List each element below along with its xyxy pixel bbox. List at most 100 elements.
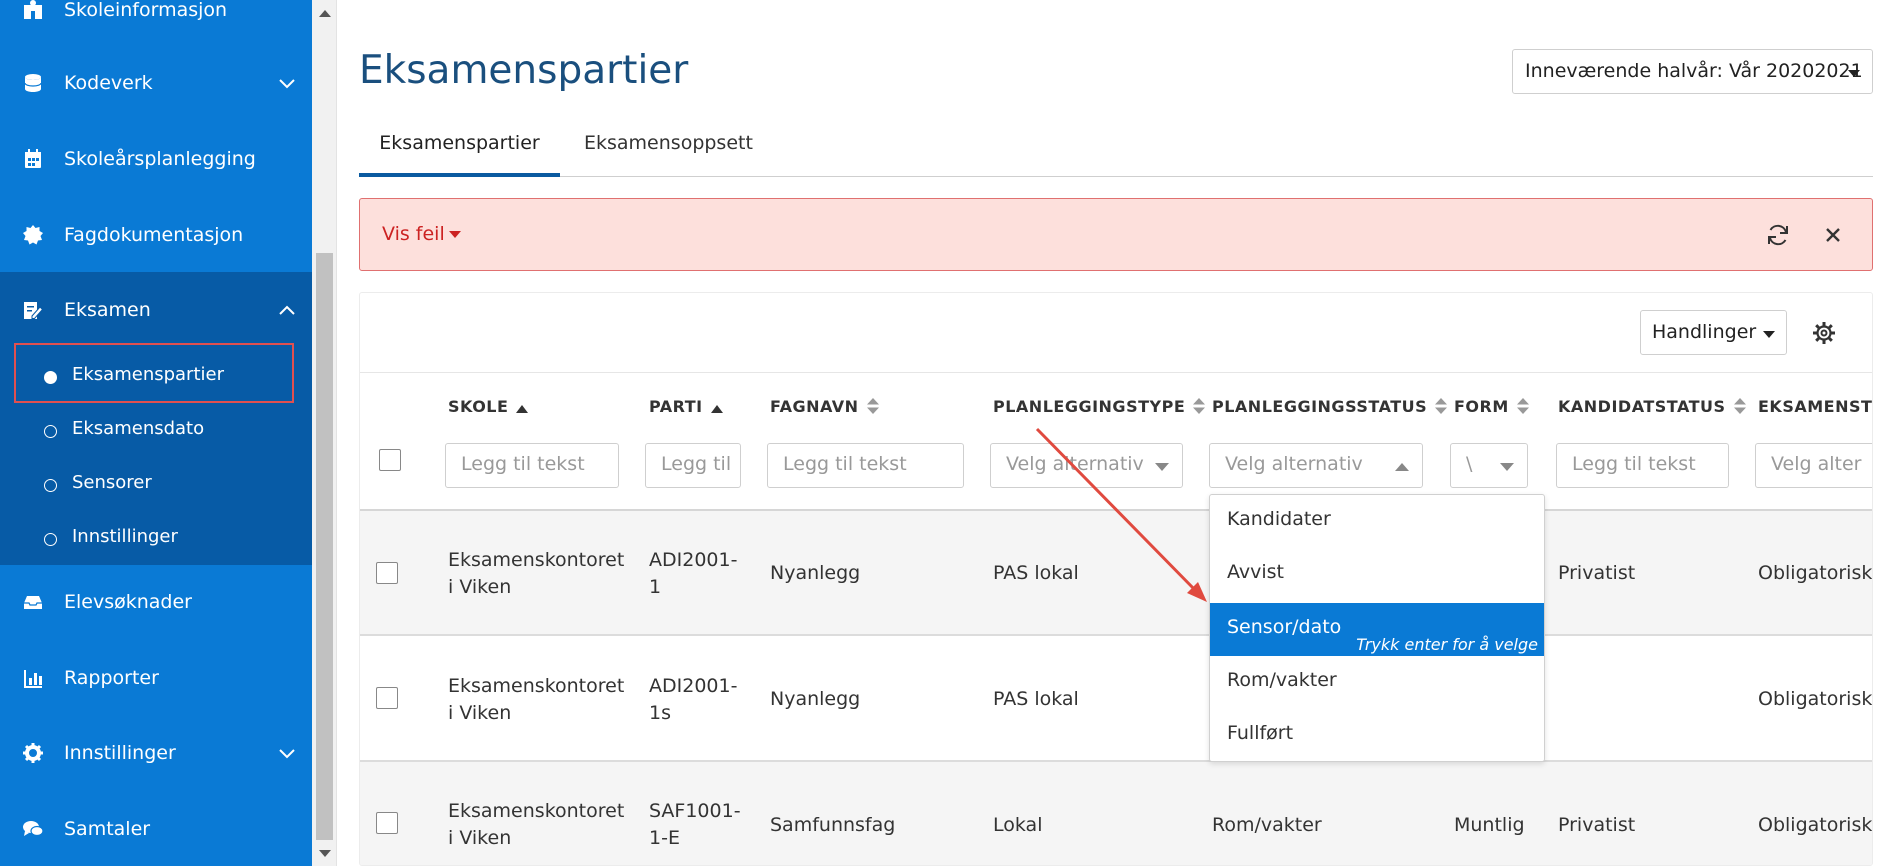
column-header-skole[interactable]: SKOLE — [448, 397, 529, 417]
cell-eksamenstype: Obligatorisk — [1758, 688, 1873, 710]
gear-icon[interactable] — [1811, 320, 1837, 346]
sort-both-icon — [866, 397, 879, 418]
sidebar-item-samtaler[interactable]: Samtaler — [0, 791, 312, 866]
sidebar-item-label: Elevsøknader — [64, 591, 192, 613]
sort-both-icon — [1193, 397, 1206, 418]
inbox-icon — [22, 591, 44, 613]
filter-placeholder: Velg alternativ — [1006, 453, 1144, 475]
column-header-label: PLANLEGGINGSSTATUS — [1212, 397, 1428, 416]
sort-both-icon — [1516, 397, 1529, 418]
filter-form[interactable]: \ — [1450, 443, 1528, 488]
column-header-kandidatstatus[interactable]: KANDIDATSTATUS — [1558, 397, 1746, 418]
sidebar-item-skoleinformasjon[interactable]: Skoleinformasjon — [0, 0, 312, 48]
refresh-icon[interactable] — [1765, 222, 1791, 248]
dropdown-option[interactable]: Fullført — [1210, 709, 1544, 762]
column-header-planleggingstype[interactable]: PLANLEGGINGSTYPE — [993, 397, 1206, 418]
cell-line: Eksamenskontoret — [448, 800, 625, 822]
scroll-down-icon[interactable] — [319, 850, 331, 857]
filter-placeholder: \ — [1466, 453, 1473, 475]
tab-eksamensoppsett[interactable]: Eksamensoppsett — [584, 125, 754, 177]
cell-skole: Eksamenskontoret i Viken — [448, 547, 624, 601]
sidebar-item-label: Fagdokumentasjon — [64, 224, 244, 246]
column-header-eksamenstype[interactable]: EKSAMENSTYP — [1758, 397, 1872, 416]
select-all-checkbox[interactable] — [379, 449, 401, 471]
dropdown-option[interactable]: Kandidater — [1210, 495, 1544, 548]
caret-down-icon — [1763, 331, 1775, 338]
sidebar-item-skolearsplanlegging[interactable]: Skoleårsplanlegging — [0, 121, 312, 197]
filter-skole[interactable]: Legg til tekst — [445, 443, 619, 488]
cell-fagnavn: Nyanlegg — [770, 562, 861, 584]
sidebar-item-kodeverk[interactable]: Kodeverk — [0, 45, 312, 121]
dropdown-option[interactable]: Rom/vakter — [1210, 656, 1544, 709]
sidebar-item-label: Eksamen — [64, 299, 151, 321]
cell-line: Eksamenskontoret — [448, 675, 625, 697]
cell-parti: ADI2001- 1 — [649, 547, 737, 601]
table-row[interactable]: Eksamenskontoret i Viken SAF1001- 1-E Samf… — [360, 762, 1873, 865]
chevron-up-icon — [276, 299, 298, 321]
column-header-fagnavn[interactable]: FAGNAVN — [770, 397, 879, 418]
cell-planleggingsstatus: Rom/vakter — [1212, 814, 1322, 836]
column-header-label: PARTI — [649, 397, 703, 416]
sidebar-item-eksamen[interactable]: Eksamen — [0, 272, 312, 348]
scroll-up-icon[interactable] — [319, 10, 331, 17]
bar-chart-icon — [22, 667, 44, 689]
page-title: Eksamenspartier — [359, 48, 689, 93]
column-header-planleggingsstatus[interactable]: PLANLEGGINGSSTATUS — [1212, 397, 1448, 418]
table-row[interactable]: Eksamenskontoret i Viken ADI2001- 1s Nyanl… — [360, 636, 1873, 762]
sidebar-scrollbar[interactable] — [312, 0, 337, 866]
column-header-label: PLANLEGGINGSTYPE — [993, 397, 1186, 416]
sort-asc-icon — [710, 398, 723, 417]
table-toolbar: Handlinger — [360, 293, 1872, 373]
row-checkbox[interactable] — [376, 562, 398, 584]
close-icon[interactable] — [1822, 224, 1844, 246]
sidebar-item-innstillinger[interactable]: Innstillinger — [0, 715, 312, 791]
cell-line: Eksamenskontoret — [448, 549, 625, 571]
filter-planleggingsstatus[interactable]: Velg alternativ — [1209, 443, 1423, 488]
dropdown-option-selected[interactable]: Sensor/dato Trykk enter for å velge — [1210, 603, 1544, 656]
error-bar: Vis feil — [359, 198, 1873, 271]
semester-select[interactable]: Inneværende halvår: Vår 20202021 — [1512, 49, 1873, 94]
highlight-box — [14, 343, 294, 403]
column-header-form[interactable]: FORM — [1454, 397, 1529, 418]
sidebar-item-rapporter[interactable]: Rapporter — [0, 640, 312, 716]
cell-line: i Viken — [448, 702, 512, 724]
actions-button-label: Handlinger — [1652, 321, 1757, 343]
sidebar-subitem-label: Sensorer — [72, 472, 152, 493]
dropdown-option[interactable]: Avvist — [1210, 548, 1544, 601]
sidebar-item-label: Samtaler — [64, 818, 151, 840]
cell-eksamenstype: Obligatorisk — [1758, 814, 1873, 836]
sidebar-subitem-eksamensdato[interactable]: Eksamensdato — [0, 404, 312, 458]
sidebar-item-label: Innstillinger — [64, 742, 176, 764]
scrollbar-thumb[interactable] — [316, 253, 333, 840]
sidebar-subitem-sensorer[interactable]: Sensorer — [0, 458, 312, 512]
database-icon — [22, 72, 44, 94]
column-header-label: FORM — [1454, 397, 1509, 416]
column-header-parti[interactable]: PARTI — [649, 397, 723, 417]
filter-parti[interactable]: Legg til — [645, 443, 741, 488]
sidebar-item-fagdokumentasjon[interactable]: Fagdokumentasjon — [0, 197, 312, 273]
tab-eksamenspartier[interactable]: Eksamenspartier — [359, 125, 560, 177]
caret-down-icon — [1848, 70, 1860, 77]
actions-button[interactable]: Handlinger — [1640, 310, 1787, 355]
filter-kandidatstatus[interactable]: Legg til tekst — [1556, 443, 1729, 488]
filter-placeholder: Velg alternativ — [1225, 453, 1363, 475]
filter-planleggingstype[interactable]: Velg alternativ — [990, 443, 1183, 488]
cell-fagnavn: Nyanlegg — [770, 688, 861, 710]
dropdown-option-label: Sensor/dato — [1227, 616, 1342, 638]
circle-icon — [44, 425, 57, 438]
row-checkbox[interactable] — [376, 687, 398, 709]
row-checkbox[interactable] — [376, 812, 398, 834]
show-errors-toggle[interactable]: Vis feil — [382, 223, 461, 245]
cell-line: 1-E — [649, 827, 680, 849]
filter-eksamenstype[interactable]: Velg alter — [1755, 443, 1872, 488]
cell-parti: SAF1001- 1-E — [649, 798, 741, 852]
cell-line: SAF1001- — [649, 800, 741, 822]
table-row[interactable]: Eksamenskontoret i Viken ADI2001- 1 Nyanle… — [360, 511, 1872, 636]
dropdown-caret-up-icon — [1395, 463, 1409, 471]
table-card: Handlinger SKOLE PARTI FAGNAVN PLANLEGGI… — [359, 292, 1873, 866]
sort-both-icon — [1435, 397, 1448, 418]
filter-fagnavn[interactable]: Legg til tekst — [767, 443, 964, 488]
sidebar-subitem-innstillinger[interactable]: Innstillinger — [0, 512, 312, 566]
sort-asc-icon — [516, 398, 529, 417]
sidebar-item-elevsoknader[interactable]: Elevsøknader — [0, 564, 312, 640]
